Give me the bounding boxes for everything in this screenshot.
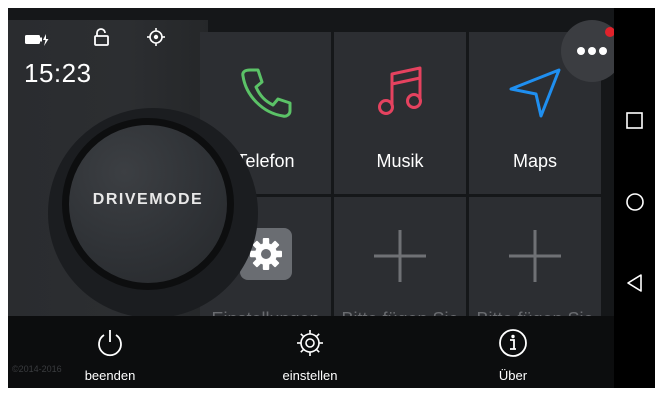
phone-icon: [236, 62, 296, 127]
copyright: ©2014-2016: [12, 364, 62, 374]
tile-musik[interactable]: Musik: [334, 32, 466, 194]
recents-icon[interactable]: [625, 111, 645, 131]
tile-label-musik: Musik: [376, 151, 424, 171]
navigation-icon: [505, 62, 565, 127]
quit-button[interactable]: beenden: [60, 316, 160, 388]
back-icon[interactable]: [625, 273, 645, 293]
app-screen: 15:23 Telefon Musik Maps DRIVEMODE beend…: [8, 8, 614, 388]
battery-charging-icon: [25, 33, 49, 51]
plus-icon: [372, 228, 428, 289]
about-label: Über: [498, 368, 528, 383]
gear-icon: [295, 328, 325, 361]
settings-button[interactable]: einstellen: [260, 316, 360, 388]
drivemode-label: DRIVEMODE: [92, 191, 204, 208]
clock: 15:23: [24, 58, 92, 88]
bottom-bar: beenden einstellen Über ©2014-2016: [8, 316, 614, 388]
unlock-icon: [93, 28, 111, 51]
plus-icon: [507, 228, 563, 289]
settings-label: einstellen: [282, 368, 338, 383]
about-button[interactable]: Über: [463, 316, 563, 388]
android-navbar: [614, 8, 655, 388]
info-icon: [498, 328, 528, 361]
power-icon: [95, 328, 125, 361]
home-icon[interactable]: [625, 192, 645, 212]
quit-label: beenden: [84, 368, 136, 383]
tile-label-maps: Maps: [512, 151, 557, 171]
location-icon: [147, 28, 165, 51]
music-icon: [370, 62, 430, 127]
drivemode-dial[interactable]: DRIVEMODE: [62, 118, 234, 290]
